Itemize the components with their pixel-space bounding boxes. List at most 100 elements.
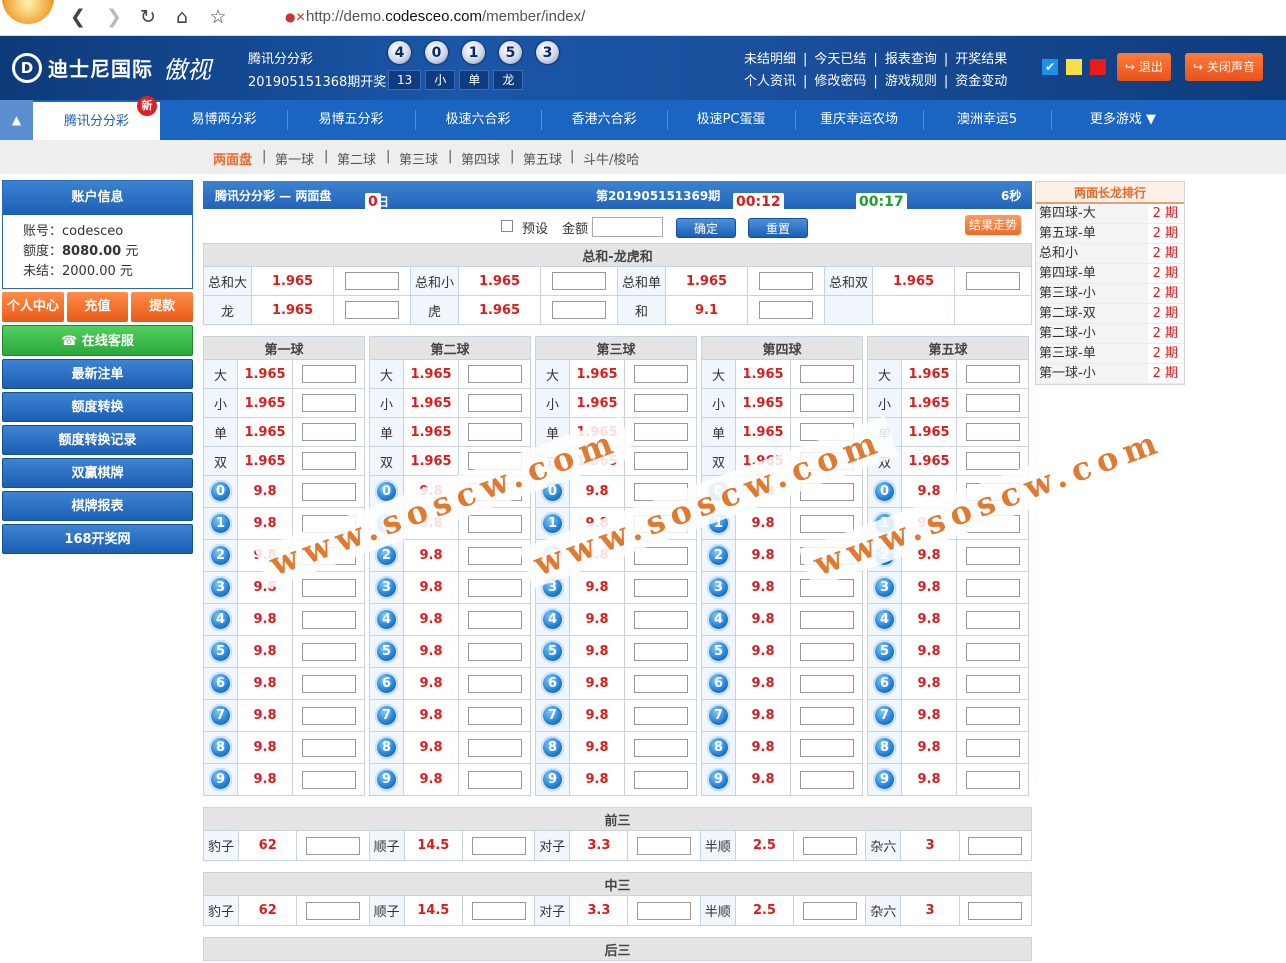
bet-input[interactable] [966, 272, 1020, 290]
bet-input[interactable] [965, 770, 1020, 789]
subtab-ball[interactable]: 第一球 [275, 149, 314, 168]
personal-center-button[interactable]: 个人中心 [2, 292, 64, 322]
tab-game[interactable]: 易博两分彩 [163, 100, 285, 140]
reset-button[interactable]: 重置 [748, 218, 808, 238]
bet-input[interactable] [467, 365, 522, 383]
withdraw-button[interactable]: 提款 [131, 292, 194, 322]
bet-input[interactable] [968, 901, 1023, 920]
bookmark-star-icon[interactable]: ☆ [206, 6, 230, 28]
bet-input[interactable] [301, 482, 356, 501]
bet-input[interactable] [802, 901, 857, 920]
chess-report-button[interactable]: 棋牌报表 [2, 491, 193, 521]
bet-input[interactable] [467, 706, 522, 725]
reload-icon[interactable]: ↻ [136, 6, 160, 28]
bet-input[interactable] [633, 738, 688, 757]
subtab-two-sides[interactable]: 两面盘 [213, 149, 252, 168]
bet-input[interactable] [799, 514, 854, 533]
mute-button[interactable]: ↪ 关闭声音 [1185, 53, 1263, 81]
bet-input[interactable] [965, 423, 1020, 441]
bet-input[interactable] [471, 836, 526, 855]
bet-input[interactable] [965, 546, 1020, 565]
bet-input[interactable] [552, 301, 606, 319]
bet-input[interactable] [799, 738, 854, 757]
deposit-button[interactable]: 充值 [66, 292, 129, 322]
credit-transfer-button[interactable]: 额度转换 [2, 392, 193, 422]
bet-input[interactable] [633, 365, 688, 383]
online-service-button[interactable]: ☎ 在线客服 [2, 325, 193, 356]
bet-input[interactable] [965, 706, 1020, 725]
preset-checkbox[interactable] [501, 220, 513, 232]
bet-input[interactable] [301, 642, 356, 661]
back-icon[interactable]: ❮ [66, 6, 90, 28]
bet-input[interactable] [467, 546, 522, 565]
bet-input[interactable] [799, 642, 854, 661]
subtab-ball[interactable]: 第二球 [337, 149, 376, 168]
tab-game[interactable]: 澳洲幸运5 [925, 100, 1049, 140]
bet-input[interactable] [759, 301, 813, 319]
bet-input[interactable] [633, 423, 688, 441]
chess-cards-button[interactable]: 双赢棋牌 [2, 458, 193, 488]
link-rules[interactable]: 游戏规则 [885, 74, 937, 89]
bet-input[interactable] [965, 578, 1020, 597]
bet-input[interactable] [965, 394, 1020, 412]
collapse-up-icon[interactable]: ▲ [0, 100, 33, 140]
link-change-password[interactable]: 修改密码 [814, 74, 866, 89]
bet-input[interactable] [552, 272, 606, 290]
refresh-interval[interactable]: 6秒 [1001, 187, 1021, 204]
bet-input[interactable] [799, 610, 854, 629]
bet-input[interactable] [301, 610, 356, 629]
bet-input[interactable] [301, 578, 356, 597]
bet-input[interactable] [965, 738, 1020, 757]
bet-input[interactable] [633, 642, 688, 661]
confirm-button[interactable]: 确定 [676, 218, 736, 238]
bet-input[interactable] [968, 836, 1023, 855]
bet-input[interactable] [345, 301, 399, 319]
bet-input[interactable] [467, 674, 522, 693]
bet-input[interactable] [965, 642, 1020, 661]
tab-game[interactable]: 极速六合彩 [417, 100, 539, 140]
subtab-bull-poker[interactable]: 斗牛/梭哈 [583, 149, 639, 168]
bet-input[interactable] [467, 394, 522, 412]
bet-input[interactable] [965, 452, 1020, 470]
security-warning-icon[interactable]: ●✕ [285, 10, 306, 24]
bet-input[interactable] [633, 770, 688, 789]
bet-input[interactable] [471, 901, 526, 920]
tab-game[interactable]: 重庆幸运农场 [797, 100, 921, 140]
bet-input[interactable] [467, 642, 522, 661]
bet-input[interactable] [301, 674, 356, 693]
theme-yellow-swatch[interactable] [1066, 59, 1082, 75]
bet-input[interactable] [301, 738, 356, 757]
link-profile[interactable]: 个人资讯 [744, 74, 796, 89]
bet-input[interactable] [637, 901, 692, 920]
brand-logo[interactable]: D 迪士尼国际 傲视 [12, 50, 211, 85]
bet-input[interactable] [799, 365, 854, 383]
subtab-ball[interactable]: 第三球 [399, 149, 438, 168]
bet-input[interactable] [467, 610, 522, 629]
link-unsettled[interactable]: 未结明细 [744, 52, 796, 67]
bet-input[interactable] [467, 770, 522, 789]
bet-input[interactable] [637, 836, 692, 855]
bet-input[interactable] [633, 578, 688, 597]
bet-input[interactable] [305, 901, 360, 920]
tab-game[interactable]: 极速PC蛋蛋 [669, 100, 793, 140]
tab-game[interactable]: 易博五分彩 [289, 100, 413, 140]
link-reports[interactable]: 报表查询 [885, 52, 937, 67]
latest-bets-button[interactable]: 最新注单 [2, 359, 193, 389]
bet-input[interactable] [633, 452, 688, 470]
tab-game[interactable]: 香港六合彩 [543, 100, 665, 140]
bet-input[interactable] [633, 394, 688, 412]
address-bar[interactable]: http://demo.codesceo.com/member/index/ [306, 8, 585, 25]
bet-input[interactable] [759, 272, 813, 290]
logout-button[interactable]: ↪ 退出 [1117, 53, 1171, 81]
bet-input[interactable] [301, 394, 356, 412]
amount-input[interactable] [592, 217, 663, 237]
home-icon[interactable]: ⌂ [170, 6, 194, 28]
link-funds[interactable]: 资金变动 [955, 74, 1007, 89]
theme-red-swatch[interactable] [1090, 59, 1106, 75]
transfer-history-button[interactable]: 额度转换记录 [2, 425, 193, 455]
forward-icon[interactable]: ❯ [102, 6, 126, 28]
bet-input[interactable] [301, 423, 356, 441]
bet-input[interactable] [301, 365, 356, 383]
bet-input[interactable] [799, 770, 854, 789]
lottery-site-button[interactable]: 168开奖网 [2, 524, 193, 554]
